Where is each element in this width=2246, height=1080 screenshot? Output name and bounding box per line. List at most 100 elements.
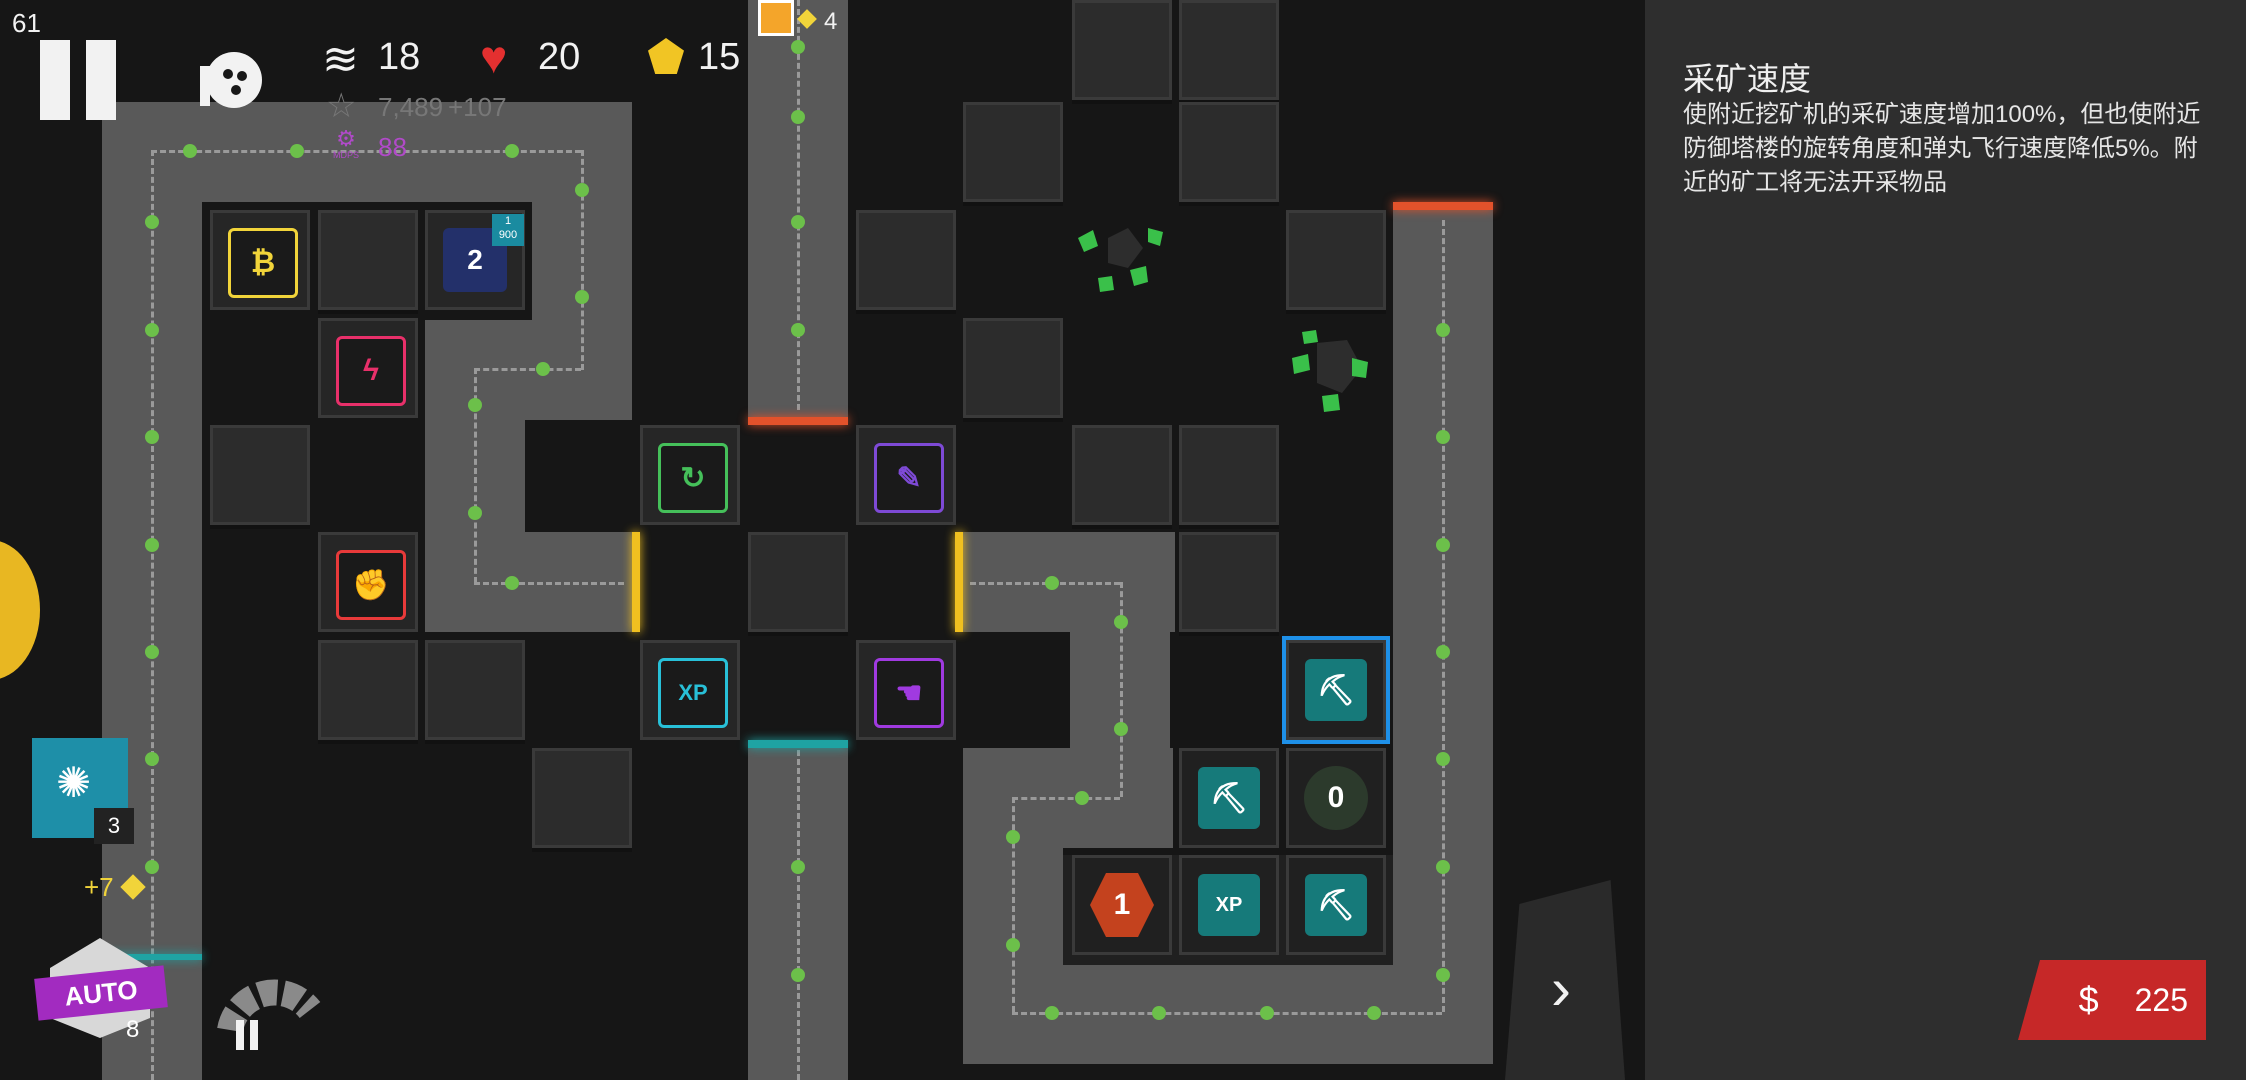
bank-tower-count: 2 [467, 244, 483, 275]
ore-rock [1078, 228, 1163, 292]
route-node [1006, 938, 1020, 952]
game-board[interactable]: ₿ 2 1 900 ϟ ✊ ↻ ✎ XP ☚ ⛏ ⛏ 0 1 XP ⛏ 4 61… [0, 0, 1645, 1080]
gate-yellow-left [632, 532, 640, 632]
route-node [468, 506, 482, 520]
panel-description: 使附近挖矿机的采矿速度增加100%，但也使附近防御塔楼的旋转角度和弹丸飞行速度降… [1683, 101, 2201, 196]
next-panel-button[interactable]: › [1505, 880, 1625, 1080]
swirl-icon: ↻ [658, 443, 728, 513]
xp-icon: XP [658, 658, 728, 728]
empty-slot[interactable] [963, 318, 1063, 418]
route-node [1006, 830, 1020, 844]
empty-slot[interactable] [425, 640, 525, 740]
empty-slot[interactable] [1179, 0, 1279, 100]
route-node [290, 144, 304, 158]
empty-slot[interactable] [1179, 532, 1279, 632]
gate-yellow-right [955, 532, 963, 632]
auto-count: 8 [126, 1016, 140, 1043]
score-value: 7,489 [378, 92, 444, 122]
empty-slot[interactable] [748, 532, 848, 632]
route-node [791, 323, 805, 337]
route-node [468, 398, 482, 412]
empty-slot[interactable] [532, 748, 632, 848]
tower-menu-icon[interactable] [188, 38, 268, 118]
empty-slot[interactable] [1179, 102, 1279, 202]
route-node [1436, 968, 1450, 982]
debuff-tower[interactable]: ☚ [856, 640, 956, 740]
coin-tower[interactable]: ₿ [210, 210, 310, 310]
empty-slot[interactable] [963, 102, 1063, 202]
mdps-icon: ⚙ MDPS [328, 128, 364, 164]
empty-slot[interactable] [318, 640, 418, 740]
empty-slot[interactable] [1179, 425, 1279, 525]
xp-miner-tower[interactable]: XP [1179, 855, 1279, 955]
coin-edge-icon [0, 540, 40, 680]
pickaxe-icon: ⛏ [1305, 874, 1367, 936]
pause-button[interactable] [40, 40, 120, 120]
pickaxe-icon: ⛏ [1305, 659, 1367, 721]
route-node [791, 110, 805, 124]
route-line [797, 750, 800, 1080]
bank-badge: 1 900 [492, 214, 524, 246]
pause-bar-right [86, 40, 116, 120]
gate-orange-center [748, 417, 848, 425]
resource-drop-icon [758, 0, 794, 36]
power-tower[interactable]: ✊ [318, 532, 418, 632]
mine-counter: 0 [1304, 766, 1368, 830]
crit-tower[interactable]: ϟ [318, 318, 418, 418]
fps-counter: 61 [12, 8, 41, 38]
bank-tower[interactable]: 2 1 900 [425, 210, 525, 310]
empty-slot[interactable] [210, 425, 310, 525]
tower-info-panel: 采矿速度 使附近挖矿机的采矿速度增加100%，但也使附近防御塔楼的旋转角度和弹丸… [1645, 0, 2246, 1080]
auto-button[interactable]: AUTO 8 [34, 920, 176, 1050]
speed-pause-button[interactable] [210, 950, 330, 1060]
mdps-icon-shape: ⚙ [336, 126, 356, 151]
score-bonus: +107 [448, 92, 507, 122]
mine-deposit[interactable]: 0 [1286, 748, 1386, 848]
empty-slot[interactable] [1072, 0, 1172, 100]
wand-icon: ✎ [874, 443, 944, 513]
swirl-tower[interactable]: ↻ [640, 425, 740, 525]
ability-count: 3 [94, 808, 134, 844]
empty-slot[interactable] [318, 210, 418, 310]
miner-tower[interactable]: ⛏ [1286, 855, 1386, 955]
route-line [474, 582, 624, 585]
selected-miner-tower[interactable]: ⛏ [1282, 636, 1390, 744]
empty-slot[interactable] [856, 210, 956, 310]
route-node [791, 860, 805, 874]
route-node [1436, 430, 1450, 444]
route-node [1436, 645, 1450, 659]
gate-orange-top-right [1393, 202, 1493, 210]
resource-drop-count: 4 [824, 8, 838, 35]
empty-slot[interactable] [1286, 210, 1386, 310]
magic-tower[interactable]: ✎ [856, 425, 956, 525]
route-node [575, 290, 589, 304]
hex-tower[interactable]: 1 [1072, 855, 1172, 955]
buy-button[interactable]: $ 225 [2018, 960, 2206, 1040]
miner-tower[interactable]: ⛏ [1179, 748, 1279, 848]
wave-icon: ≋ [322, 35, 359, 84]
lives-counter: 20 [538, 36, 581, 78]
route-line [1012, 797, 1120, 800]
route-node [145, 645, 159, 659]
empty-slot[interactable] [1072, 425, 1172, 525]
xp-tower[interactable]: XP [640, 640, 740, 740]
route-line [797, 0, 800, 410]
route-node [1436, 323, 1450, 337]
route-node [145, 430, 159, 444]
route-node [791, 215, 805, 229]
coin-stack-icon: ₿ [228, 228, 298, 298]
route-node [1152, 1006, 1166, 1020]
gem-income: +7 [84, 872, 114, 902]
hex-tower-label: 1 [1113, 888, 1131, 921]
fist-icon: ✊ [336, 550, 406, 620]
hand-icon: ☚ [874, 658, 944, 728]
bank-badge-top: 1 [504, 215, 512, 227]
route-node [145, 215, 159, 229]
route-node [1114, 615, 1128, 629]
mine-counter-value: 0 [1327, 781, 1345, 814]
route-node [1436, 538, 1450, 552]
ability-button[interactable]: ✺ 3 [32, 738, 134, 844]
spikes-icon: ✺ [56, 759, 92, 806]
chevron-right-icon: › [1551, 955, 1571, 1022]
bank-badge-bottom: 900 [498, 229, 518, 241]
